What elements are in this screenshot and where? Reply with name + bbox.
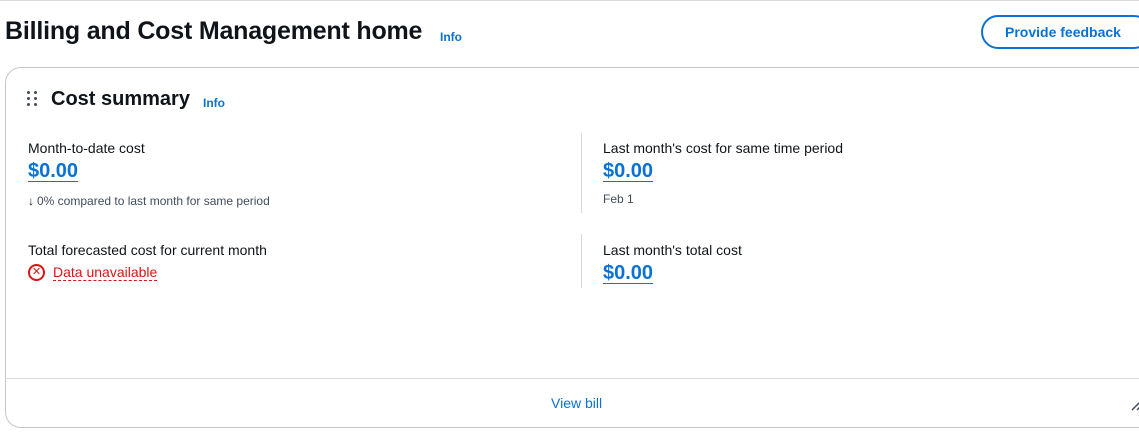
view-bill-link[interactable]: View bill: [551, 395, 602, 411]
arrow-down-icon: ↓: [28, 194, 34, 208]
cost-summary-info-link[interactable]: Info: [203, 96, 225, 110]
column-divider: [581, 133, 582, 213]
cost-summary-card: Cost summary Info Month-to-date cost $0.…: [5, 67, 1139, 428]
column-divider: [581, 234, 582, 288]
drag-handle-icon[interactable]: [27, 91, 39, 107]
resize-handle-icon[interactable]: [1130, 398, 1139, 412]
last-month-total-value[interactable]: $0.00: [603, 262, 653, 285]
footer-divider: [6, 378, 1139, 379]
provide-feedback-button[interactable]: Provide feedback: [981, 15, 1139, 49]
last-month-same-period-label: Last month's cost for same time period: [603, 140, 843, 156]
last-month-same-period-value[interactable]: $0.00: [603, 160, 653, 183]
forecast-label: Total forecasted cost for current month: [28, 242, 267, 258]
month-to-date-comparison: ↓ 0% compared to last month for same per…: [28, 194, 270, 208]
month-to-date-label: Month-to-date cost: [28, 140, 145, 156]
last-month-total-label: Last month's total cost: [603, 242, 742, 258]
last-month-same-period-date: Feb 1: [603, 192, 634, 206]
page-title: Billing and Cost Management home: [5, 17, 423, 45]
page-header: Billing and Cost Management home Info Pr…: [0, 0, 1139, 66]
cost-summary-title: Cost summary: [51, 88, 190, 110]
data-unavailable-text[interactable]: Data unavailable: [53, 264, 158, 281]
forecast-status: ✕ Data unavailable: [28, 264, 158, 281]
month-to-date-value[interactable]: $0.00: [28, 160, 78, 183]
comparison-text: 0% compared to last month for same perio…: [37, 194, 270, 208]
header-info-link[interactable]: Info: [440, 30, 462, 44]
error-icon: ✕: [28, 264, 45, 281]
